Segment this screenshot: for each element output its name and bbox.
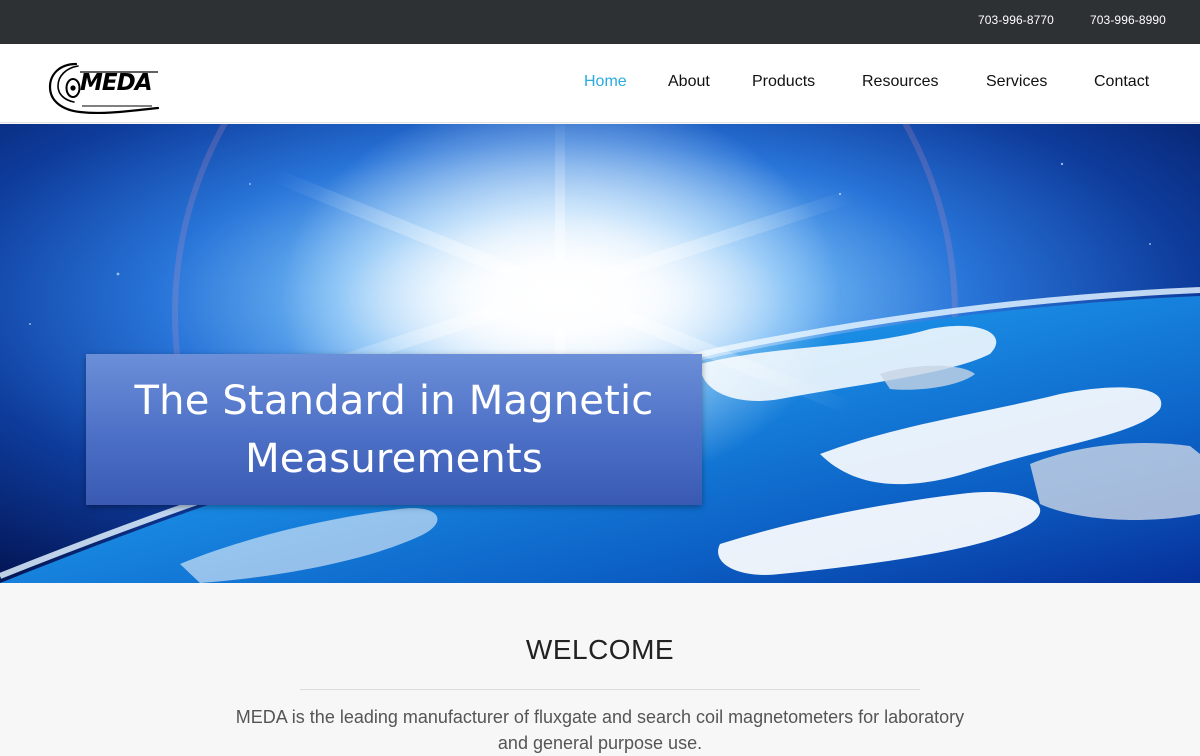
- welcome-section: WELCOME MEDA is the leading manufacturer…: [0, 583, 1200, 753]
- welcome-title: WELCOME: [525, 634, 675, 665]
- logo-wordmark: MEDA: [80, 70, 152, 96]
- nav-item-resources[interactable]: Resources: [862, 73, 938, 91]
- hero-headline-line-1: The Standard in Magnetic: [134, 377, 654, 424]
- meda-logo[interactable]: MEDA: [46, 58, 162, 116]
- nav-item-services[interactable]: Services: [986, 73, 1047, 91]
- nav-item-home[interactable]: Home: [584, 73, 627, 91]
- top-contact-bar: 703-996-8770 703-996-8990: [0, 0, 1200, 44]
- hero-slider: The Standard in Magnetic Measurements: [0, 124, 1200, 583]
- nav-item-contact[interactable]: Contact: [1094, 73, 1149, 91]
- hero-headline-banner: The Standard in Magnetic Measurements: [86, 354, 702, 505]
- welcome-divider: [300, 689, 920, 690]
- phone-link-primary[interactable]: 703-996-8770: [978, 13, 1054, 27]
- nav-item-products[interactable]: Products: [752, 73, 815, 91]
- hero-headline-line-2: Measurements: [245, 435, 543, 482]
- site-header: MEDA Home About Products Resources Servi…: [0, 44, 1200, 123]
- welcome-body: MEDA is the leading manufacturer of flux…: [235, 707, 965, 753]
- nav-item-about[interactable]: About: [668, 73, 710, 91]
- phone-link-secondary[interactable]: 703-996-8990: [1090, 13, 1166, 27]
- hero-headline: The Standard in Magnetic Measurements: [115, 372, 674, 488]
